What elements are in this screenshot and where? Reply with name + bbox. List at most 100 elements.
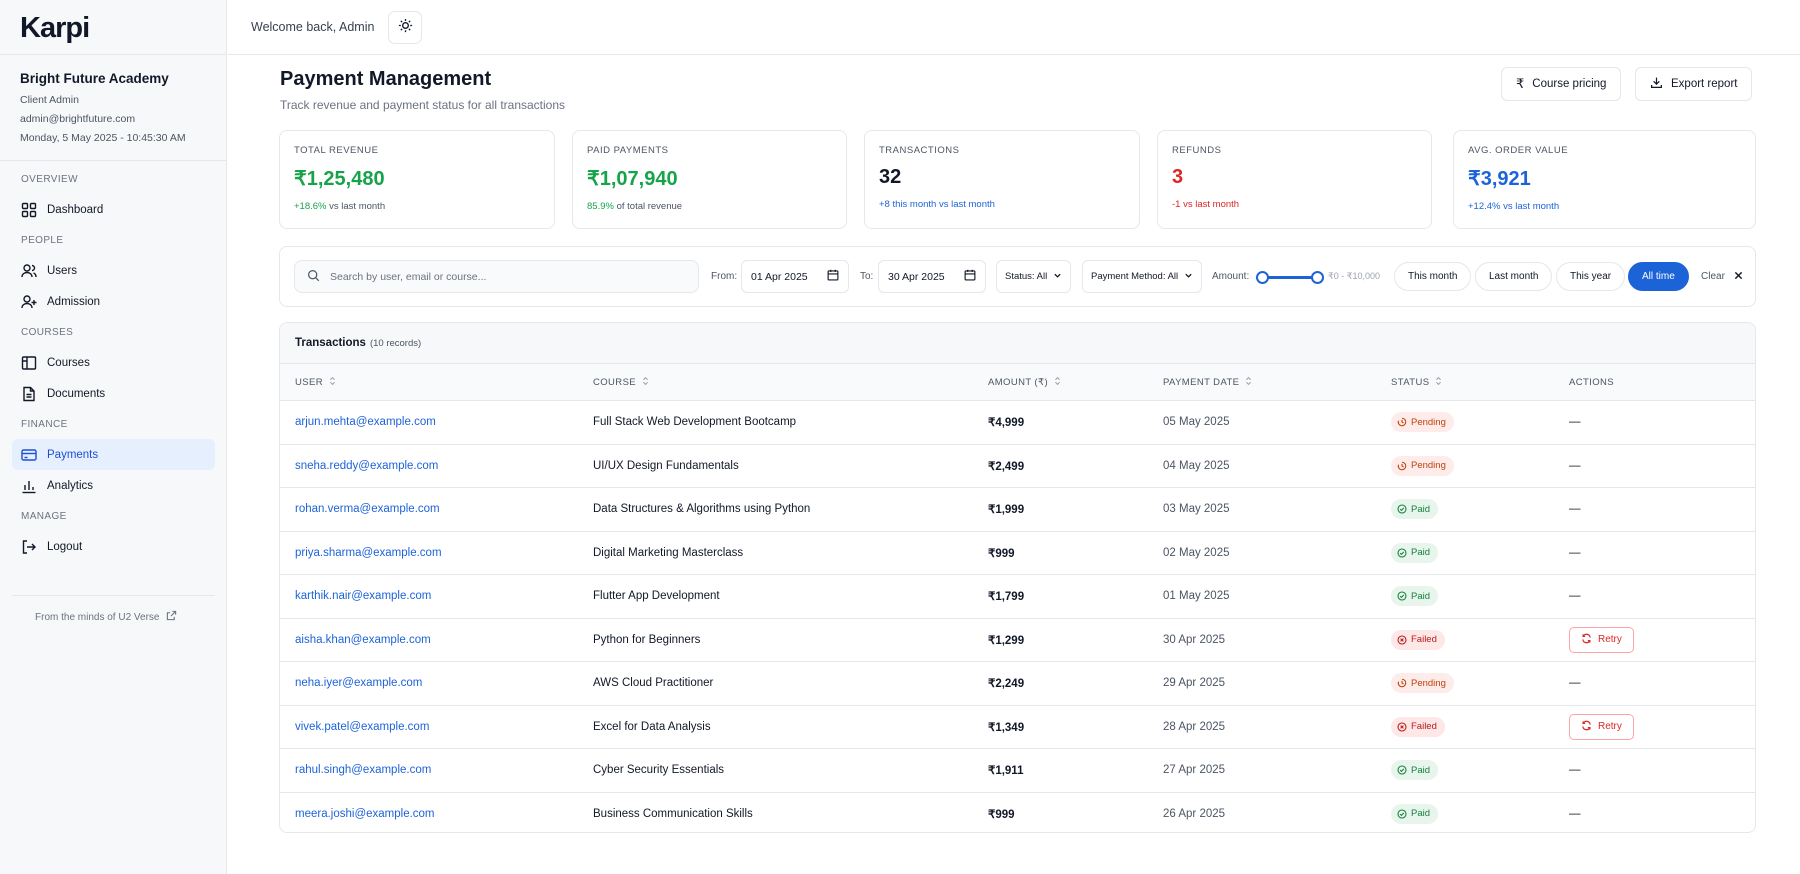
filter-bar: Search by user, email or course... From:… (279, 246, 1756, 307)
status-badge: Pending (1391, 412, 1454, 433)
clear-label: Clear (1701, 271, 1725, 282)
stat-value: ₹3,921 (1468, 168, 1531, 190)
status-label: Paid (1411, 808, 1431, 820)
user-email-link[interactable]: rahul.singh@example.com (295, 749, 431, 792)
column-header-status[interactable]: STATUS (1391, 364, 1442, 400)
user-email-link[interactable]: sneha.reddy@example.com (295, 445, 438, 488)
column-header-label: USER (295, 376, 323, 388)
payment-date: 29 Apr 2025 (1163, 677, 1226, 690)
user-email-link[interactable]: karthik.nair@example.com (295, 575, 431, 618)
actions-cell: — (1569, 532, 1581, 575)
retry-button[interactable]: Retry (1569, 626, 1634, 653)
transactions-table: Transactions (10 records) USER COURSE AM… (279, 322, 1756, 833)
user-email-link[interactable]: vivek.patel@example.com (295, 706, 429, 749)
payment-date: 04 May 2025 (1163, 459, 1230, 472)
sidebar-item-users[interactable]: Users (12, 255, 215, 286)
sidebar-item-label: Admission (47, 295, 101, 308)
amount-range-text: ₹0 - ₹10,000 (1328, 271, 1380, 281)
amount-slider-max-handle[interactable] (1311, 271, 1324, 284)
sidebar: Karpi Bright Future Academy Client Admin… (0, 0, 227, 874)
page-title: Payment Management (280, 68, 492, 90)
app-logo[interactable]: Karpi (20, 12, 90, 45)
status-badge: Pending (1391, 455, 1454, 476)
sort-icon (1435, 376, 1442, 389)
user-email-link[interactable]: rohan.verma@example.com (295, 488, 440, 531)
nav-section-overview: OVERVIEW (21, 174, 78, 185)
course-name: Cyber Security Essentials (593, 764, 725, 777)
this-month-button[interactable]: This month (1394, 262, 1472, 291)
amount-slider-track[interactable] (1264, 276, 1318, 279)
actions-cell: — (1569, 401, 1581, 444)
all-time-button[interactable]: All time (1628, 262, 1689, 291)
sidebar-item-logout[interactable]: Logout (12, 531, 215, 562)
clear-filters-button[interactable]: Clear (1701, 260, 1743, 293)
stat-card: REFUNDS 3 -1 vs last month (1157, 130, 1432, 229)
check-circle-icon (1397, 504, 1407, 514)
sidebar-item-courses[interactable]: Courses (12, 347, 215, 378)
to-date-field[interactable]: 30 Apr 2025 (878, 260, 986, 293)
theme-toggle-button[interactable] (388, 11, 422, 44)
status-select[interactable]: Status: All (996, 260, 1072, 293)
topbar: Welcome back, Admin (228, 0, 1800, 55)
course-name: Python for Beginners (593, 633, 701, 646)
status-cell: Paid (1391, 575, 1439, 618)
this-year-button[interactable]: This year (1556, 262, 1626, 291)
table-row: priya.sharma@example.com Digital Marketin… (280, 532, 1755, 575)
table-row: sneha.reddy@example.com UI/UX Design Fund… (280, 445, 1755, 488)
course-pricing-label: Course pricing (1532, 78, 1607, 90)
stat-label: TRANSACTIONS (879, 145, 960, 156)
status-cell: Pending (1391, 445, 1454, 488)
amount-label: Amount: (1212, 271, 1250, 282)
amount-value: ₹4,999 (988, 417, 1025, 430)
sort-icon (1054, 376, 1061, 389)
column-header-label: STATUS (1391, 376, 1430, 388)
table-row: vivek.patel@example.com Excel for Data An… (280, 706, 1755, 749)
course-pricing-button[interactable]: ₹ Course pricing (1501, 67, 1622, 101)
user-email-link[interactable]: arjun.mehta@example.com (295, 401, 436, 444)
from-date-field[interactable]: 01 Apr 2025 (741, 260, 849, 293)
rupee-icon: ₹ (1516, 76, 1525, 91)
stat-trend: -1 vs last month (1172, 199, 1417, 210)
user-email-link[interactable]: aisha.khan@example.com (295, 619, 431, 662)
org-info: Bright Future Academy Client Admin admin… (20, 71, 186, 151)
user-email-link[interactable]: neha.iyer@example.com (295, 662, 422, 705)
user-email-link[interactable]: meera.joshi@example.com (295, 793, 435, 833)
retry-button[interactable]: Retry (1569, 713, 1634, 740)
stat-value: 3 (1172, 166, 1184, 188)
stat-card: AVG. ORDER VALUE ₹3,921 +12.4% vs last mon… (1453, 130, 1756, 229)
footer-link[interactable]: From the minds of U2 Verse (35, 610, 177, 624)
x-circle-icon (1397, 635, 1407, 645)
footer-note-text: From the minds of U2 Verse (35, 611, 160, 623)
column-header-payment-date[interactable]: PAYMENT DATE (1163, 364, 1252, 400)
column-header-course[interactable]: COURSE (593, 364, 649, 400)
export-report-button[interactable]: Export report (1635, 67, 1753, 101)
stat-label: PAID PAYMENTS (587, 145, 669, 156)
retry-label: Retry (1598, 634, 1622, 646)
table-header-row: USER COURSE AMOUNT (₹) PAYMENT DATE STAT… (280, 364, 1755, 401)
dashboard-icon (21, 202, 37, 218)
amount-value: ₹999 (988, 808, 1015, 821)
payment-method-select[interactable]: Payment Method: All (1082, 260, 1203, 293)
amount-value: ₹1,799 (988, 591, 1025, 604)
sidebar-item-documents[interactable]: Documents (12, 378, 215, 409)
sort-icon (329, 376, 336, 389)
stat-trend-value: +8 (879, 199, 890, 210)
last-month-button[interactable]: Last month (1475, 262, 1553, 291)
sidebar-item-payments[interactable]: Payments (12, 439, 215, 470)
chevron-down-icon (1053, 271, 1062, 283)
course-name: Data Structures & Algorithms using Pytho… (593, 503, 811, 516)
clock-icon (1397, 678, 1407, 688)
no-action: — (1569, 459, 1581, 472)
sidebar-item-admission[interactable]: Admission (12, 286, 215, 317)
amount-value: ₹999 (988, 547, 1015, 560)
column-header-amount[interactable]: AMOUNT (₹) (988, 364, 1061, 400)
search-input[interactable]: Search by user, email or course... (294, 260, 699, 293)
user-email-link[interactable]: priya.sharma@example.com (295, 532, 442, 575)
column-header-user[interactable]: USER (295, 364, 336, 400)
stat-value: ₹1,25,480 (294, 168, 385, 190)
amount-slider-min-handle[interactable] (1256, 271, 1269, 284)
status-select-value: Status: All (1005, 271, 1048, 282)
sidebar-item-analytics[interactable]: Analytics (12, 470, 215, 501)
table-row: arjun.mehta@example.com Full Stack Web De… (280, 401, 1755, 445)
sidebar-item-dashboard[interactable]: Dashboard (12, 194, 215, 225)
